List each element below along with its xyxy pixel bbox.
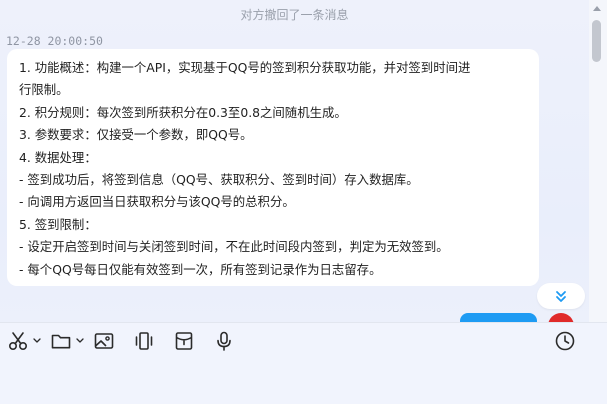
screenshot-button[interactable] <box>7 329 42 353</box>
avatar[interactable] <box>548 313 574 322</box>
message-line: 2. 积分规则：每次签到所获积分在0.3至0.8之间随机生成。 <box>19 104 347 120</box>
red-packet-button[interactable] <box>173 329 195 353</box>
message-line: 3. 参数要求：仅接受一个参数，即QQ号。 <box>19 127 253 143</box>
chevron-down-icon[interactable] <box>32 336 42 346</box>
send-image-button[interactable] <box>93 329 115 353</box>
clock-icon <box>555 331 575 351</box>
voice-message-button[interactable] <box>213 329 235 353</box>
message-line: 5. 签到限制： <box>19 216 97 232</box>
double-chevron-down-icon <box>556 291 566 302</box>
message-bubble[interactable]: 1. 功能概述：构建一个API，实现基于QQ号的签到积分获取功能，并对签到时间进… <box>7 49 539 286</box>
sent-message-bubble[interactable] <box>460 313 537 322</box>
message-history-button[interactable] <box>554 329 576 353</box>
message-line: 行限制。 <box>19 82 69 98</box>
chevron-down-icon[interactable] <box>75 336 85 346</box>
scroll-to-bottom-button[interactable] <box>537 283 585 309</box>
message-input-area[interactable] <box>0 322 607 404</box>
recall-notice: 对方撤回了一条消息 <box>240 8 349 22</box>
image-icon <box>94 333 114 349</box>
message-line: - 每个QQ号每日仅能有效签到一次，所有签到记录作为日志留存。 <box>19 261 382 277</box>
chat-message-area: 对方撤回了一条消息 12-28 20:00:50 1. 功能概述：构建一个API… <box>0 0 589 322</box>
message-timestamp: 12-28 20:00:50 <box>6 34 103 48</box>
scissors-icon <box>8 332 28 351</box>
scroll-up-arrow-icon[interactable] <box>593 6 601 11</box>
scrollbar-thumb[interactable] <box>592 20 601 62</box>
message-line: - 签到成功后，将签到信息（QQ号、获取积分、签到时间）存入数据库。 <box>19 172 419 188</box>
folder-icon <box>51 334 71 349</box>
message-line: - 设定开启签到时间与关闭签到时间，不在此时间段内签到，判定为无效签到。 <box>19 239 449 255</box>
message-line: - 向调用方返回当日获取积分与该QQ号的总积分。 <box>19 194 295 210</box>
message-line: 4. 数据处理： <box>19 149 97 165</box>
microphone-icon <box>217 331 231 351</box>
shake-icon <box>135 332 153 350</box>
send-file-button[interactable] <box>50 329 85 353</box>
red-packet-icon <box>175 332 193 350</box>
shake-window-button[interactable] <box>133 329 155 353</box>
message-line: 1. 功能概述：构建一个API，实现基于QQ号的签到积分获取功能，并对签到时间进 <box>19 60 471 75</box>
